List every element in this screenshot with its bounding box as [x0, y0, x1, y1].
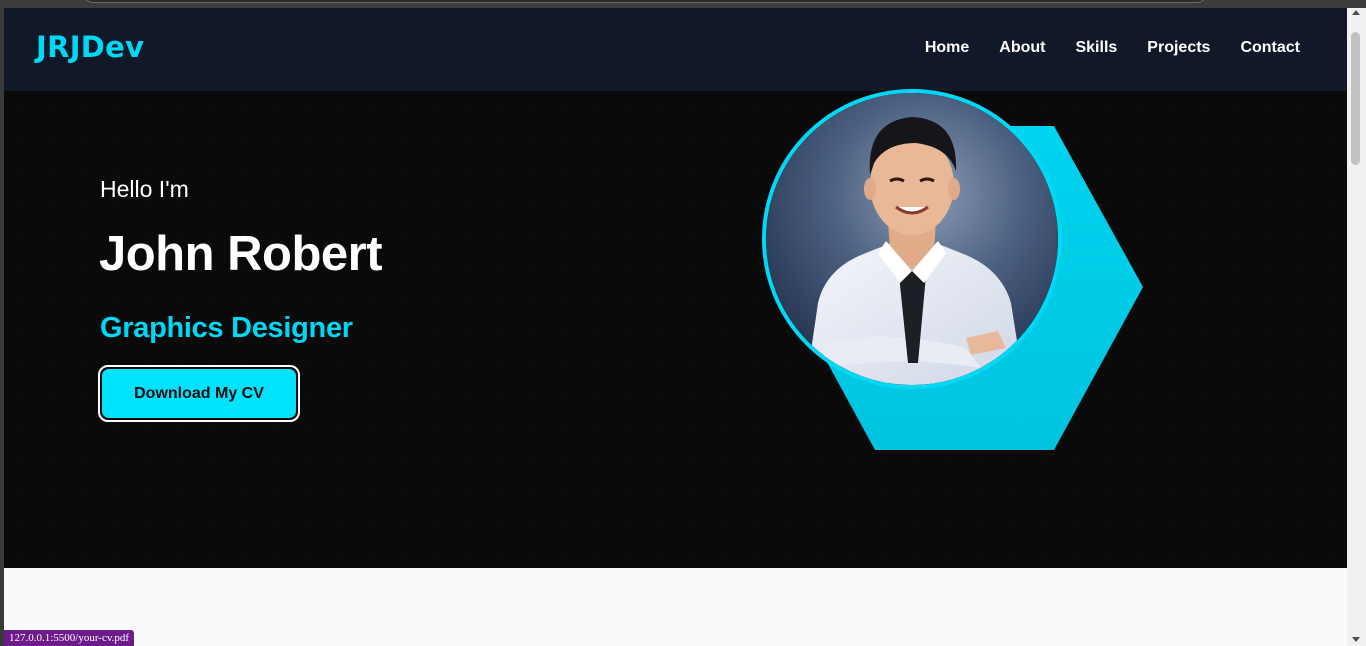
hexagon-shape	[786, 126, 1143, 450]
nav-link-projects[interactable]: Projects	[1147, 39, 1210, 57]
profile-photo	[762, 89, 1062, 389]
nav-link-about[interactable]: About	[999, 39, 1045, 57]
nav-link-skills[interactable]: Skills	[1075, 39, 1117, 57]
vertical-scrollbar[interactable]	[1347, 8, 1366, 646]
page-viewport: JRJDev Home About Skills Projects Contac…	[4, 8, 1347, 646]
navbar: JRJDev Home About Skills Projects Contac…	[4, 8, 1347, 91]
nav-link-contact[interactable]: Contact	[1240, 39, 1300, 57]
person-portrait-icon	[766, 93, 1058, 385]
browser-top-edge	[0, 0, 1366, 8]
about-section-top	[4, 568, 1347, 646]
site-logo[interactable]: JRJDev	[36, 30, 144, 64]
triangle-up-icon[interactable]	[1352, 10, 1360, 15]
status-bar-url: 127.0.0.1:5500/your-cv.pdf	[4, 630, 135, 646]
nav-link-home[interactable]: Home	[925, 39, 969, 57]
scrollbar-thumb[interactable]	[1351, 32, 1360, 165]
hero-section: Hello I'm John Robert Graphics Designer …	[4, 89, 1347, 568]
triangle-down-icon[interactable]	[1352, 637, 1360, 642]
address-bar[interactable]	[82, 0, 1208, 3]
nav-links: Home About Skills Projects Contact	[925, 39, 1300, 57]
